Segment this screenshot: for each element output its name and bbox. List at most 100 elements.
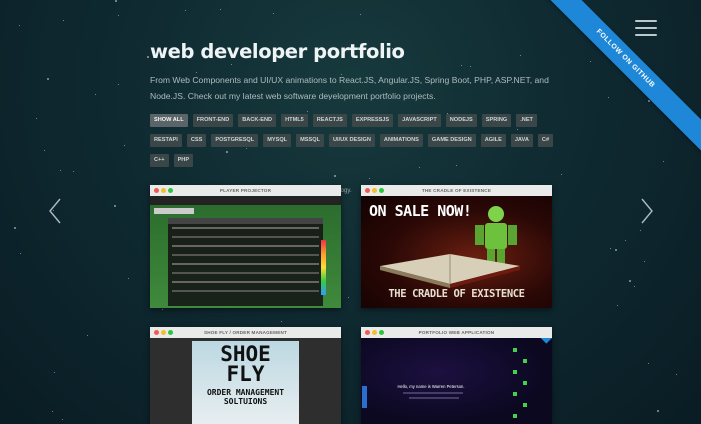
filter-chip[interactable]: MYSQL (263, 134, 292, 147)
star (118, 15, 119, 16)
green-dot (513, 370, 517, 374)
close-dot-icon (365, 188, 370, 193)
star (124, 145, 125, 146)
star (60, 170, 61, 171)
star (115, 0, 117, 2)
project-screenshot: ON SALE NOW! THE CRADLE OF EXISTENCE (361, 196, 552, 308)
green-dot (523, 403, 527, 407)
chevron-right-icon[interactable] (640, 198, 654, 224)
window-bar: PORTFOLIO WEB APPLICATION (361, 327, 552, 338)
minimize-dot-icon (372, 330, 377, 335)
minimize-dot-icon (161, 330, 166, 335)
project-card-shoe-fly[interactable]: SHOE FLY / ORDER MANAGEMENT SHOE FLY ORD… (150, 327, 341, 424)
green-dot (523, 359, 527, 363)
project-title: PORTFOLIO WEB APPLICATION (418, 330, 495, 335)
app-search-box (154, 208, 194, 214)
filter-chip[interactable]: PHP (173, 154, 194, 167)
filter-chip[interactable]: AGILE (480, 134, 506, 147)
window-bar: PLAYER PROJECTOR (150, 185, 341, 196)
filter-chip[interactable]: ANIMATIONS (379, 134, 423, 147)
filter-chip[interactable]: POSTGRESQL (211, 134, 259, 147)
star (185, 10, 186, 11)
star (20, 253, 21, 254)
star (128, 278, 129, 279)
project-screenshot: Hello, my name is Warren Peterson. (361, 338, 552, 424)
project-card-cradle-of-existence[interactable]: THE CRADLE OF EXISTENCE ON SALE NOW! THE… (361, 185, 552, 308)
filter-chip[interactable]: NODEJS (445, 114, 477, 127)
page-title: web developer portfolio (150, 40, 405, 63)
filter-chip[interactable]: MSSQL (296, 134, 324, 147)
filter-chip[interactable]: EXPRESSJS (351, 114, 394, 127)
chevron-left-icon[interactable] (48, 198, 62, 224)
filter-chip[interactable]: SHOW ALL (150, 114, 188, 127)
star (615, 249, 617, 251)
filter-chip[interactable]: HTML5 (281, 114, 308, 127)
star (273, 13, 274, 14)
filter-chip[interactable]: SPRING (481, 114, 512, 127)
star (640, 230, 641, 231)
star (47, 78, 49, 80)
star (63, 20, 64, 21)
star (610, 248, 611, 249)
filter-chip[interactable]: BACK-END (238, 114, 277, 127)
star (561, 174, 562, 175)
github-ribbon-label[interactable]: FOLLOW ON GITHUB (532, 0, 701, 152)
maximize-dot-icon (168, 188, 173, 193)
star (73, 171, 74, 172)
star (162, 309, 163, 310)
minimize-dot-icon (372, 188, 377, 193)
star (220, 9, 221, 10)
shoe-fly-tagline: ORDER MANAGEMENT SOLTUIONS (206, 388, 285, 406)
filter-chip[interactable]: JAVASCRIPT (398, 114, 441, 127)
filter-chip[interactable]: RESTAPI (150, 134, 182, 147)
shoe-fly-poster: SHOE FLY ORDER MANAGEMENT SOLTUIONS (192, 341, 299, 424)
star (14, 227, 16, 229)
shoe-fly-logo: SHOE FLY (220, 342, 271, 386)
filter-chip[interactable]: CSS (186, 134, 207, 147)
project-title: SHOE FLY / ORDER MANAGEMENT (204, 330, 287, 335)
star (118, 84, 119, 85)
portfolio-greeting: Hello, my name is Warren Peterson. (397, 384, 465, 389)
app-toolbar (150, 196, 341, 205)
window-bar: THE CRADLE OF EXISTENCE (361, 185, 552, 196)
stats-table (168, 218, 323, 306)
github-ribbon[interactable]: FOLLOW ON GITHUB (531, 0, 701, 170)
project-card-player-projector[interactable]: PLAYER PROJECTOR (150, 185, 341, 308)
project-screenshot (150, 196, 341, 308)
filter-chip[interactable]: C# (537, 134, 554, 147)
star (634, 286, 635, 287)
star (44, 150, 45, 151)
window-bar: SHOE FLY / ORDER MANAGEMENT (150, 327, 341, 338)
filter-chip[interactable]: REACTJS (312, 114, 347, 127)
star (348, 297, 349, 298)
filter-chip[interactable]: GAME DESIGN (427, 134, 476, 147)
star (617, 305, 618, 306)
star (657, 410, 659, 412)
filter-chip[interactable]: JAVA (510, 134, 533, 147)
project-screenshot: SHOE FLY ORDER MANAGEMENT SOLTUIONS (150, 338, 341, 424)
green-dot (513, 392, 517, 396)
star (19, 25, 20, 26)
star (54, 372, 55, 373)
filter-chip[interactable]: C++ (150, 154, 169, 167)
maximize-dot-icon (379, 188, 384, 193)
star (36, 118, 37, 119)
star (625, 240, 626, 241)
star (95, 94, 96, 95)
project-title: THE CRADLE OF EXISTENCE (421, 188, 492, 193)
project-card-portfolio-web-app[interactable]: PORTFOLIO WEB APPLICATION Hello, my name… (361, 327, 552, 424)
star (52, 411, 53, 412)
filter-chip[interactable]: FRONT-END (192, 114, 234, 127)
close-dot-icon (154, 330, 159, 335)
green-dot (523, 381, 527, 385)
maximize-dot-icon (379, 330, 384, 335)
book-icon (380, 254, 520, 288)
filter-chip[interactable]: UI/UX DESIGN (328, 134, 375, 147)
star (87, 335, 88, 336)
star (281, 321, 282, 322)
star (360, 14, 361, 15)
star (676, 374, 677, 375)
star (147, 56, 149, 58)
close-dot-icon (154, 188, 159, 193)
filter-chip[interactable]: .NET (516, 114, 537, 127)
